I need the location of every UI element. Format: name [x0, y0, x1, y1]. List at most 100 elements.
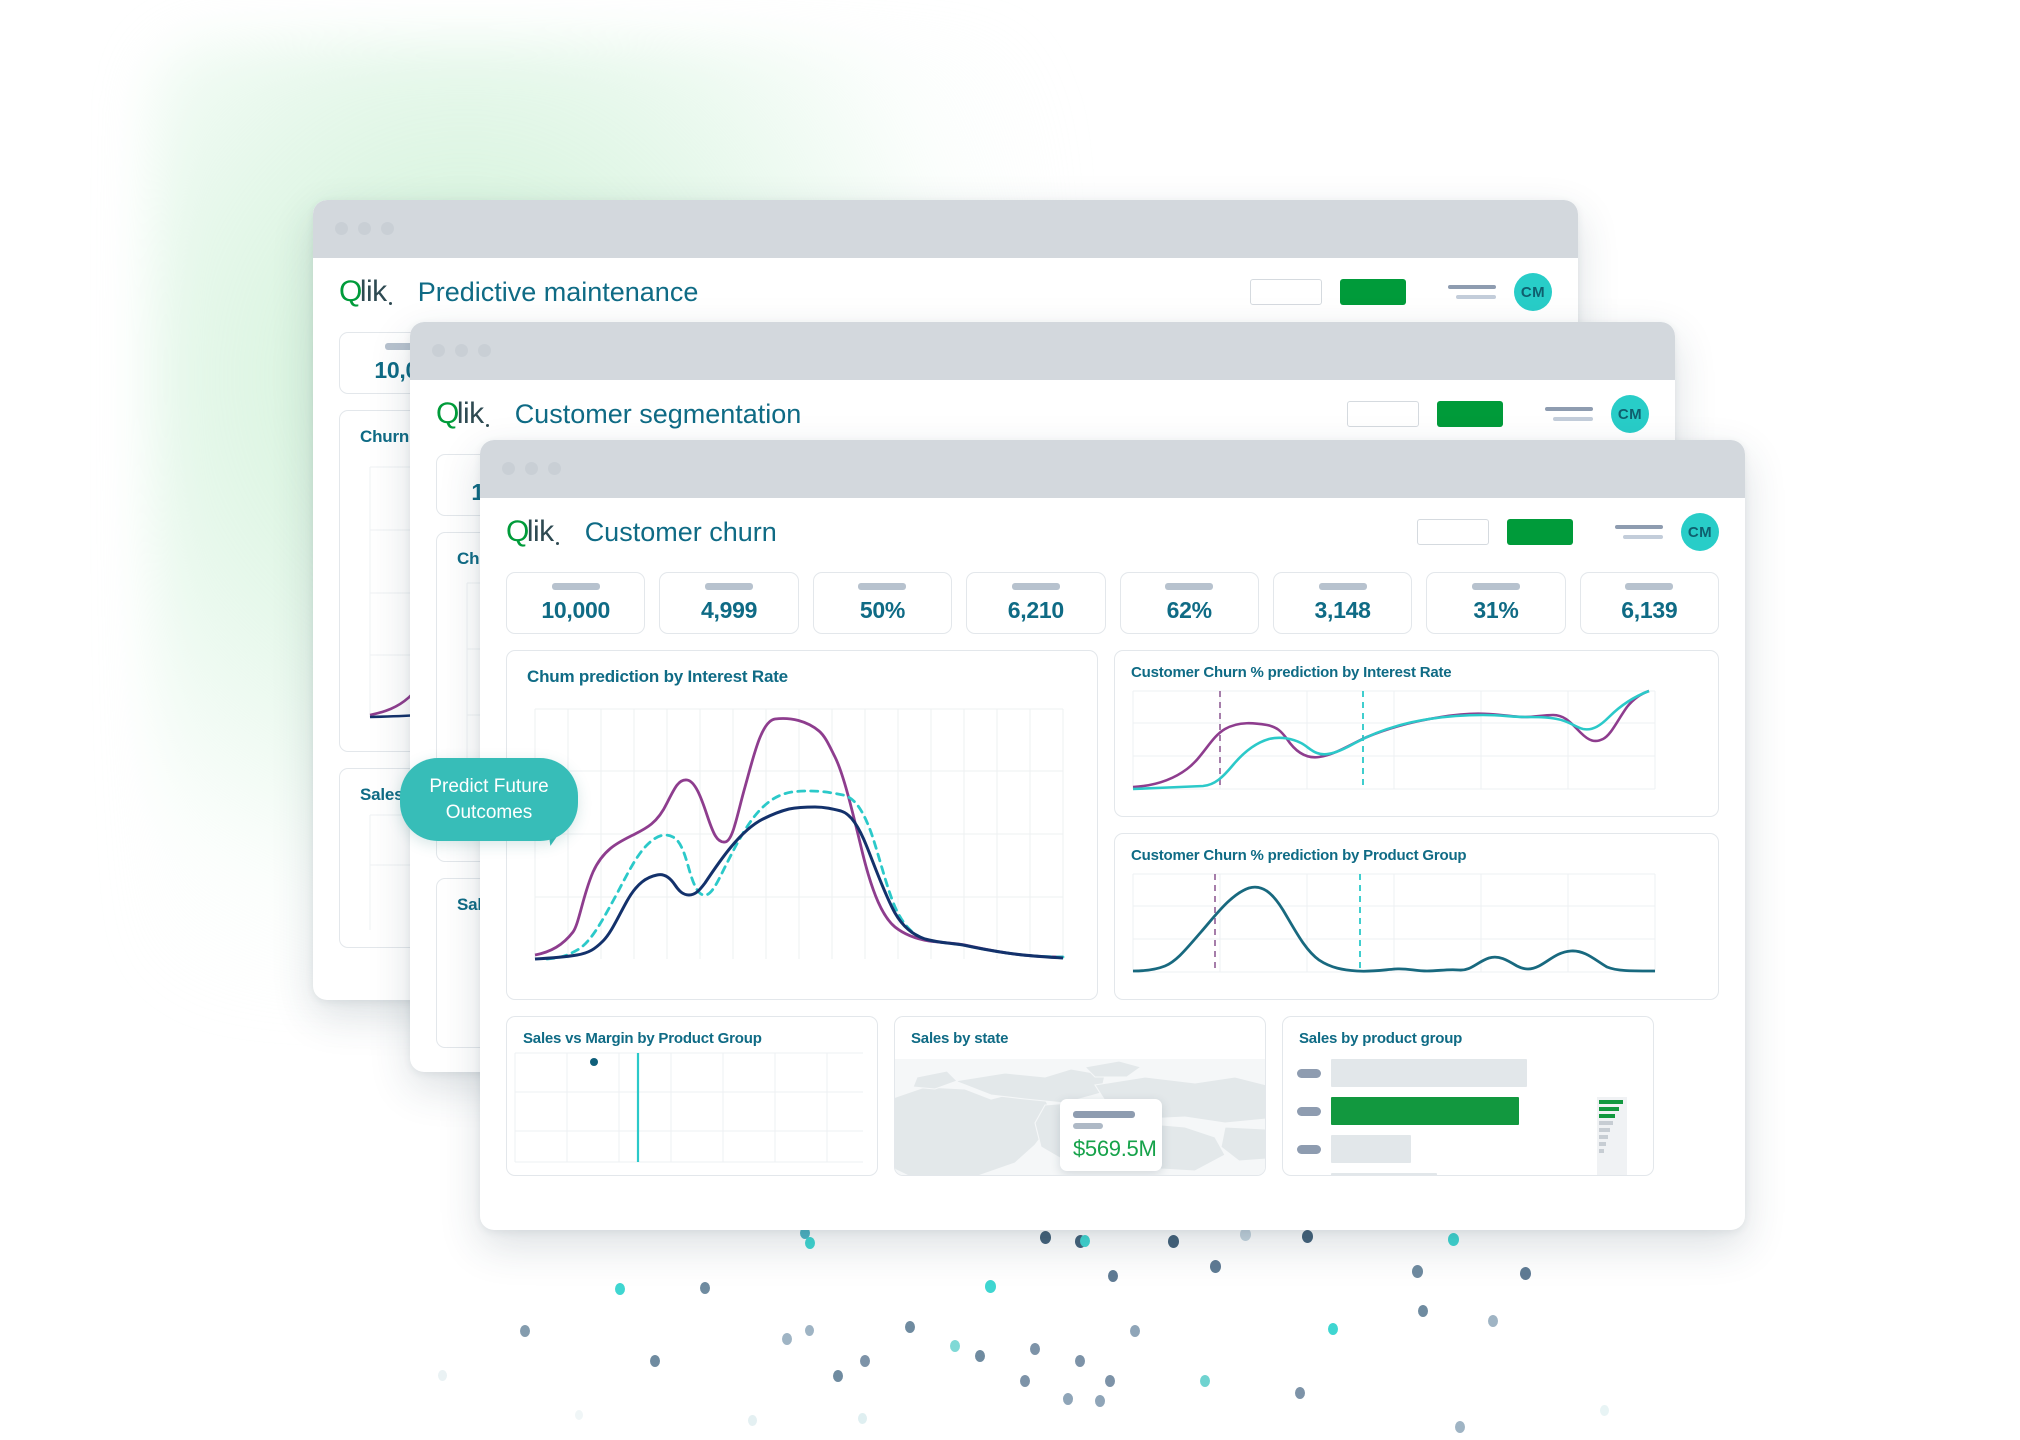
panel-sales-vs-margin[interactable]: Sales vs Margin by Product Group [506, 1016, 878, 1176]
qlik-logo-dot [555, 542, 559, 545]
menu-icon[interactable] [1615, 525, 1663, 539]
kpi-value: 31% [1473, 596, 1519, 623]
kpi-value: 10,000 [541, 596, 610, 623]
bar [1331, 1059, 1527, 1087]
chart-chum-prediction [534, 708, 1065, 961]
kpi-card-6[interactable]: 3,148 [1272, 572, 1413, 634]
kpi-label-placeholder [1318, 582, 1367, 590]
appbar-actions: CM [1250, 273, 1552, 311]
qlik-logo-q: Q [339, 275, 362, 308]
kpi-card-4[interactable]: 6,210 [966, 572, 1106, 634]
panel-churn-pct-by-interest-rate[interactable]: Customer Churn % prediction by Interest … [1114, 650, 1719, 817]
qlik-logo-icon: Qlik [339, 277, 392, 307]
panel-chum-prediction-by-interest-rate[interactable]: Chum prediction by Interest Rate [506, 650, 1098, 1000]
menu-icon[interactable] [1545, 407, 1593, 421]
kpi-card-7[interactable]: 31% [1426, 572, 1566, 634]
kpi-value: 4,999 [701, 596, 758, 623]
page-title: Customer segmentation [514, 398, 802, 429]
map-tooltip: $569.5M [1060, 1099, 1162, 1171]
kpi-label-placeholder [1471, 582, 1520, 590]
panel-sales-by-product-group[interactable]: Sales by product group [1282, 1016, 1654, 1176]
map[interactable]: $569.5M [895, 1059, 1265, 1175]
bar-label-placeholder [1297, 1144, 1321, 1154]
scatter-point [590, 1058, 598, 1066]
qlik-logo-q: Q [506, 515, 529, 548]
qlik-logo-q: Q [436, 397, 459, 430]
right-column: Customer Churn % prediction by Interest … [1114, 650, 1719, 1000]
tooltip-value: $569.5M [1073, 1136, 1157, 1161]
kpi-value: 62% [1166, 596, 1212, 623]
chart-sales-vs-margin [514, 1052, 863, 1163]
primary-action-button[interactable] [1340, 279, 1406, 305]
tooltip-label-placeholder [1073, 1111, 1135, 1118]
callout-line-1: Predict Future [429, 776, 549, 797]
appbar: Qlik Predictive maintenance CM [313, 258, 1578, 326]
callout-predict-future-outcomes: Predict Future Outcomes [400, 758, 578, 842]
titlebar[interactable] [410, 322, 1675, 380]
kpi-card-3[interactable]: 50% [812, 572, 953, 634]
avatar[interactable]: CM [1681, 513, 1719, 551]
primary-action-button[interactable] [1507, 519, 1573, 545]
appbar-actions: CM [1347, 395, 1649, 433]
kpi-value: 50% [859, 596, 905, 623]
search-input[interactable] [1250, 279, 1322, 305]
kpi-card-5[interactable]: 62% [1119, 572, 1259, 634]
kpi-label-placeholder [858, 582, 907, 590]
kpi-label-placeholder [1165, 582, 1214, 590]
chart-churn-pct-interest [1132, 689, 1656, 791]
content-area: Chum prediction by Interest Rate Custome… [480, 634, 1745, 1000]
panel-title: Sales by state [911, 1030, 1009, 1047]
kpi-card-1[interactable]: 10,000 [506, 572, 646, 634]
panel-sales-by-state[interactable]: Sales by state $569.5M [894, 1016, 1266, 1176]
kpi-card-8[interactable]: 6,139 [1579, 572, 1719, 634]
appbar: Qlik Customer segmentation CM [410, 380, 1675, 448]
panel-title: Customer Churn % prediction by Interest … [1131, 664, 1452, 681]
panel-title: Sales vs Margin by Product Group [523, 1030, 762, 1047]
kpi-card-2[interactable]: 4,999 [659, 572, 799, 634]
primary-action-button[interactable] [1437, 401, 1503, 427]
decorative-dots [0, 1225, 2020, 1440]
avatar[interactable]: CM [1611, 395, 1649, 433]
titlebar[interactable] [480, 440, 1745, 498]
avatar[interactable]: CM [1514, 273, 1552, 311]
bar [1331, 1135, 1411, 1163]
window-controls[interactable] [432, 344, 491, 357]
chart-churn-pct-product [1132, 873, 1656, 973]
appbar-actions: CM [1417, 513, 1719, 551]
titlebar[interactable] [313, 200, 1578, 258]
window-customer-churn[interactable]: Qlik Customer churn CM 10,000 4,999 50% … [480, 440, 1745, 1230]
mini-sparkline [1597, 1097, 1627, 1175]
left-column: Chum prediction by Interest Rate [506, 650, 1098, 1000]
kpi-label-placeholder [1625, 582, 1674, 590]
search-input[interactable] [1347, 401, 1419, 427]
callout-line-2: Outcomes [445, 801, 533, 823]
page-title: Predictive maintenance [417, 276, 699, 307]
window-controls[interactable] [335, 222, 394, 235]
window-controls[interactable] [502, 462, 561, 475]
qlik-logo-text: lik [526, 515, 554, 548]
bottom-row: Sales vs Margin by Product Group Sales b… [480, 1000, 1745, 1176]
screenshot-root: Qlik Predictive maintenance CM 10,000 Ch… [0, 0, 2020, 1440]
qlik-logo-text: lik [456, 397, 484, 430]
kpi-value: 6,139 [1621, 596, 1678, 623]
qlik-logo-dot [388, 302, 392, 305]
panel-churn-pct-by-product-group[interactable]: Customer Churn % prediction by Product G… [1114, 833, 1719, 1000]
qlik-logo-dot [485, 424, 489, 427]
appbar: Qlik Customer churn CM [480, 498, 1745, 566]
menu-icon[interactable] [1448, 285, 1496, 299]
bar-chart-sales-by-product-group [1283, 1047, 1653, 1175]
panel-title: Chum prediction by Interest Rate [527, 667, 788, 686]
bar [1331, 1173, 1437, 1175]
kpi-label-placeholder [551, 582, 600, 590]
panel-title: Customer Churn % prediction by Product G… [1131, 847, 1467, 864]
search-input[interactable] [1417, 519, 1489, 545]
qlik-logo-icon: Qlik [506, 517, 559, 547]
kpi-label-placeholder [1011, 582, 1060, 590]
bar-row[interactable] [1297, 1059, 1653, 1087]
page-title: Customer churn [584, 516, 777, 547]
kpi-value: 3,148 [1314, 596, 1371, 623]
tooltip-sublabel-placeholder [1073, 1123, 1103, 1129]
kpi-value: 6,210 [1007, 596, 1064, 623]
kpi-row: 10,000 4,999 50% 6,210 62% 3,148 31% 6,1… [480, 566, 1745, 634]
qlik-logo-text: lik [359, 275, 387, 308]
